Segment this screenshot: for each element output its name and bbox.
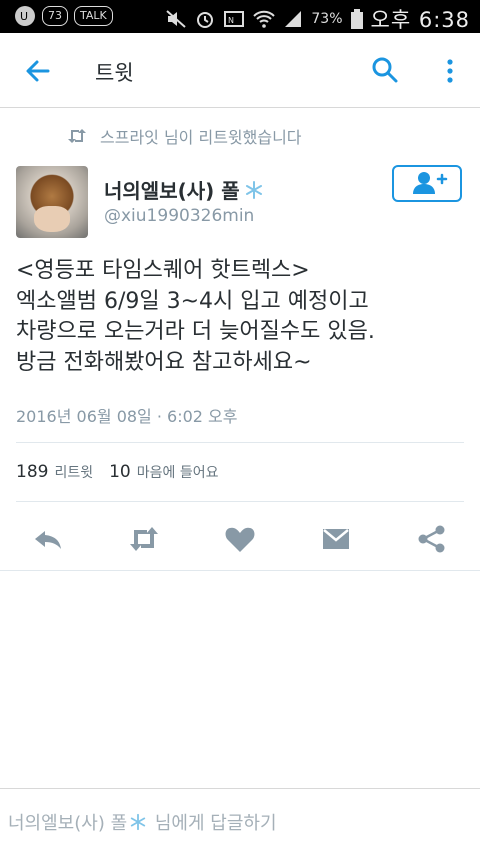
follow-button[interactable] bbox=[392, 165, 462, 202]
retweet-small-icon bbox=[68, 129, 86, 143]
svg-text:U: U bbox=[20, 10, 28, 23]
status-right: N 73% 오후 6:38 bbox=[165, 4, 470, 34]
share-button[interactable] bbox=[414, 521, 450, 557]
like-count[interactable]: 10 bbox=[109, 462, 131, 482]
tweet-line: 차량으로 오는거라 더 늦어질수도 있음. bbox=[16, 319, 375, 344]
search-button[interactable] bbox=[370, 55, 400, 85]
reply-composer: 너의엘보(사) 폴 님에게 답글하기 bbox=[0, 788, 480, 854]
author-name: 너의엘보(사) 폴 bbox=[104, 179, 240, 203]
add-user-icon bbox=[413, 172, 448, 194]
notification-app-icon: U bbox=[15, 6, 35, 26]
like-count-label[interactable]: 마음에 들어요 bbox=[137, 462, 219, 482]
talk-badge: TALK bbox=[74, 6, 113, 26]
divider bbox=[0, 570, 480, 571]
tweet-text: <영등포 타임스퀘어 핫트렉스> 엑소앨범 6/9일 3~4시 입고 예정이고 … bbox=[16, 256, 468, 378]
divider bbox=[16, 501, 464, 502]
author-handle[interactable]: @xiu1990326min bbox=[104, 206, 254, 226]
reply-button[interactable] bbox=[30, 521, 66, 557]
more-vert-icon bbox=[447, 59, 453, 83]
page-title: 트윗 bbox=[95, 61, 134, 85]
signal-icon bbox=[285, 11, 302, 27]
snowflake-icon bbox=[130, 813, 146, 831]
status-left: U 73 TALK bbox=[14, 5, 113, 27]
direct-message-button[interactable] bbox=[318, 521, 354, 557]
tweet-line: 방금 전화해봤어요 참고하세요~ bbox=[16, 349, 312, 375]
app-bar: 트윗 bbox=[0, 33, 480, 108]
status-bar: U 73 TALK N 73% 오후 6:38 bbox=[0, 0, 480, 33]
battery-percent: 73% bbox=[311, 11, 343, 27]
search-icon bbox=[372, 57, 398, 83]
avatar-face bbox=[34, 206, 70, 232]
tweet-line: 엑소앨범 6/9일 3~4시 입고 예정이고 bbox=[16, 288, 369, 314]
alarm-icon bbox=[197, 12, 214, 28]
tweet-line: <영등포 타임스퀘어 핫트렉스> bbox=[16, 258, 310, 283]
retweeted-by-text: 스프라잇 님이 리트윗했습니다 bbox=[100, 128, 302, 147]
snowflake-icon bbox=[245, 180, 262, 199]
arrow-left-icon bbox=[26, 60, 50, 82]
wifi-icon bbox=[253, 10, 276, 28]
status-time: 오후 6:38 bbox=[370, 8, 470, 32]
avatar[interactable] bbox=[16, 166, 88, 238]
retweet-button[interactable] bbox=[126, 521, 162, 557]
retweet-count-label[interactable]: 리트윗 bbox=[54, 462, 93, 482]
battery-icon bbox=[350, 9, 363, 29]
tweet-timestamp: 2016년 06월 08일 · 6:02 오후 bbox=[16, 407, 238, 426]
divider bbox=[16, 442, 464, 443]
envelope-icon bbox=[323, 529, 349, 549]
tweet-stats: 189 리트윗 10 마음에 들어요 bbox=[16, 462, 228, 482]
svg-text:N: N bbox=[228, 16, 234, 25]
retweet-count[interactable]: 189 bbox=[16, 462, 48, 482]
retweet-context: 스프라잇 님이 리트윗했습니다 bbox=[66, 124, 302, 148]
reply-placeholder-suffix: 님에게 답글하기 bbox=[149, 813, 277, 834]
share-icon bbox=[418, 525, 445, 553]
like-button[interactable] bbox=[222, 521, 258, 557]
reply-input[interactable]: 너의엘보(사) 폴 님에게 답글하기 bbox=[8, 809, 277, 835]
heart-icon bbox=[225, 527, 255, 552]
nfc-icon: N bbox=[224, 11, 245, 27]
retweet-icon bbox=[130, 527, 158, 551]
more-options-button[interactable] bbox=[440, 55, 460, 87]
mute-icon bbox=[166, 10, 187, 28]
reply-icon bbox=[35, 531, 61, 549]
status-badge-count: 73 bbox=[42, 6, 68, 26]
author-name-row[interactable]: 너의엘보(사) 폴 bbox=[104, 175, 264, 204]
tweet-actions bbox=[0, 515, 480, 563]
reply-recipient: 너의엘보(사) 폴 bbox=[8, 813, 128, 834]
back-button[interactable] bbox=[22, 55, 54, 87]
